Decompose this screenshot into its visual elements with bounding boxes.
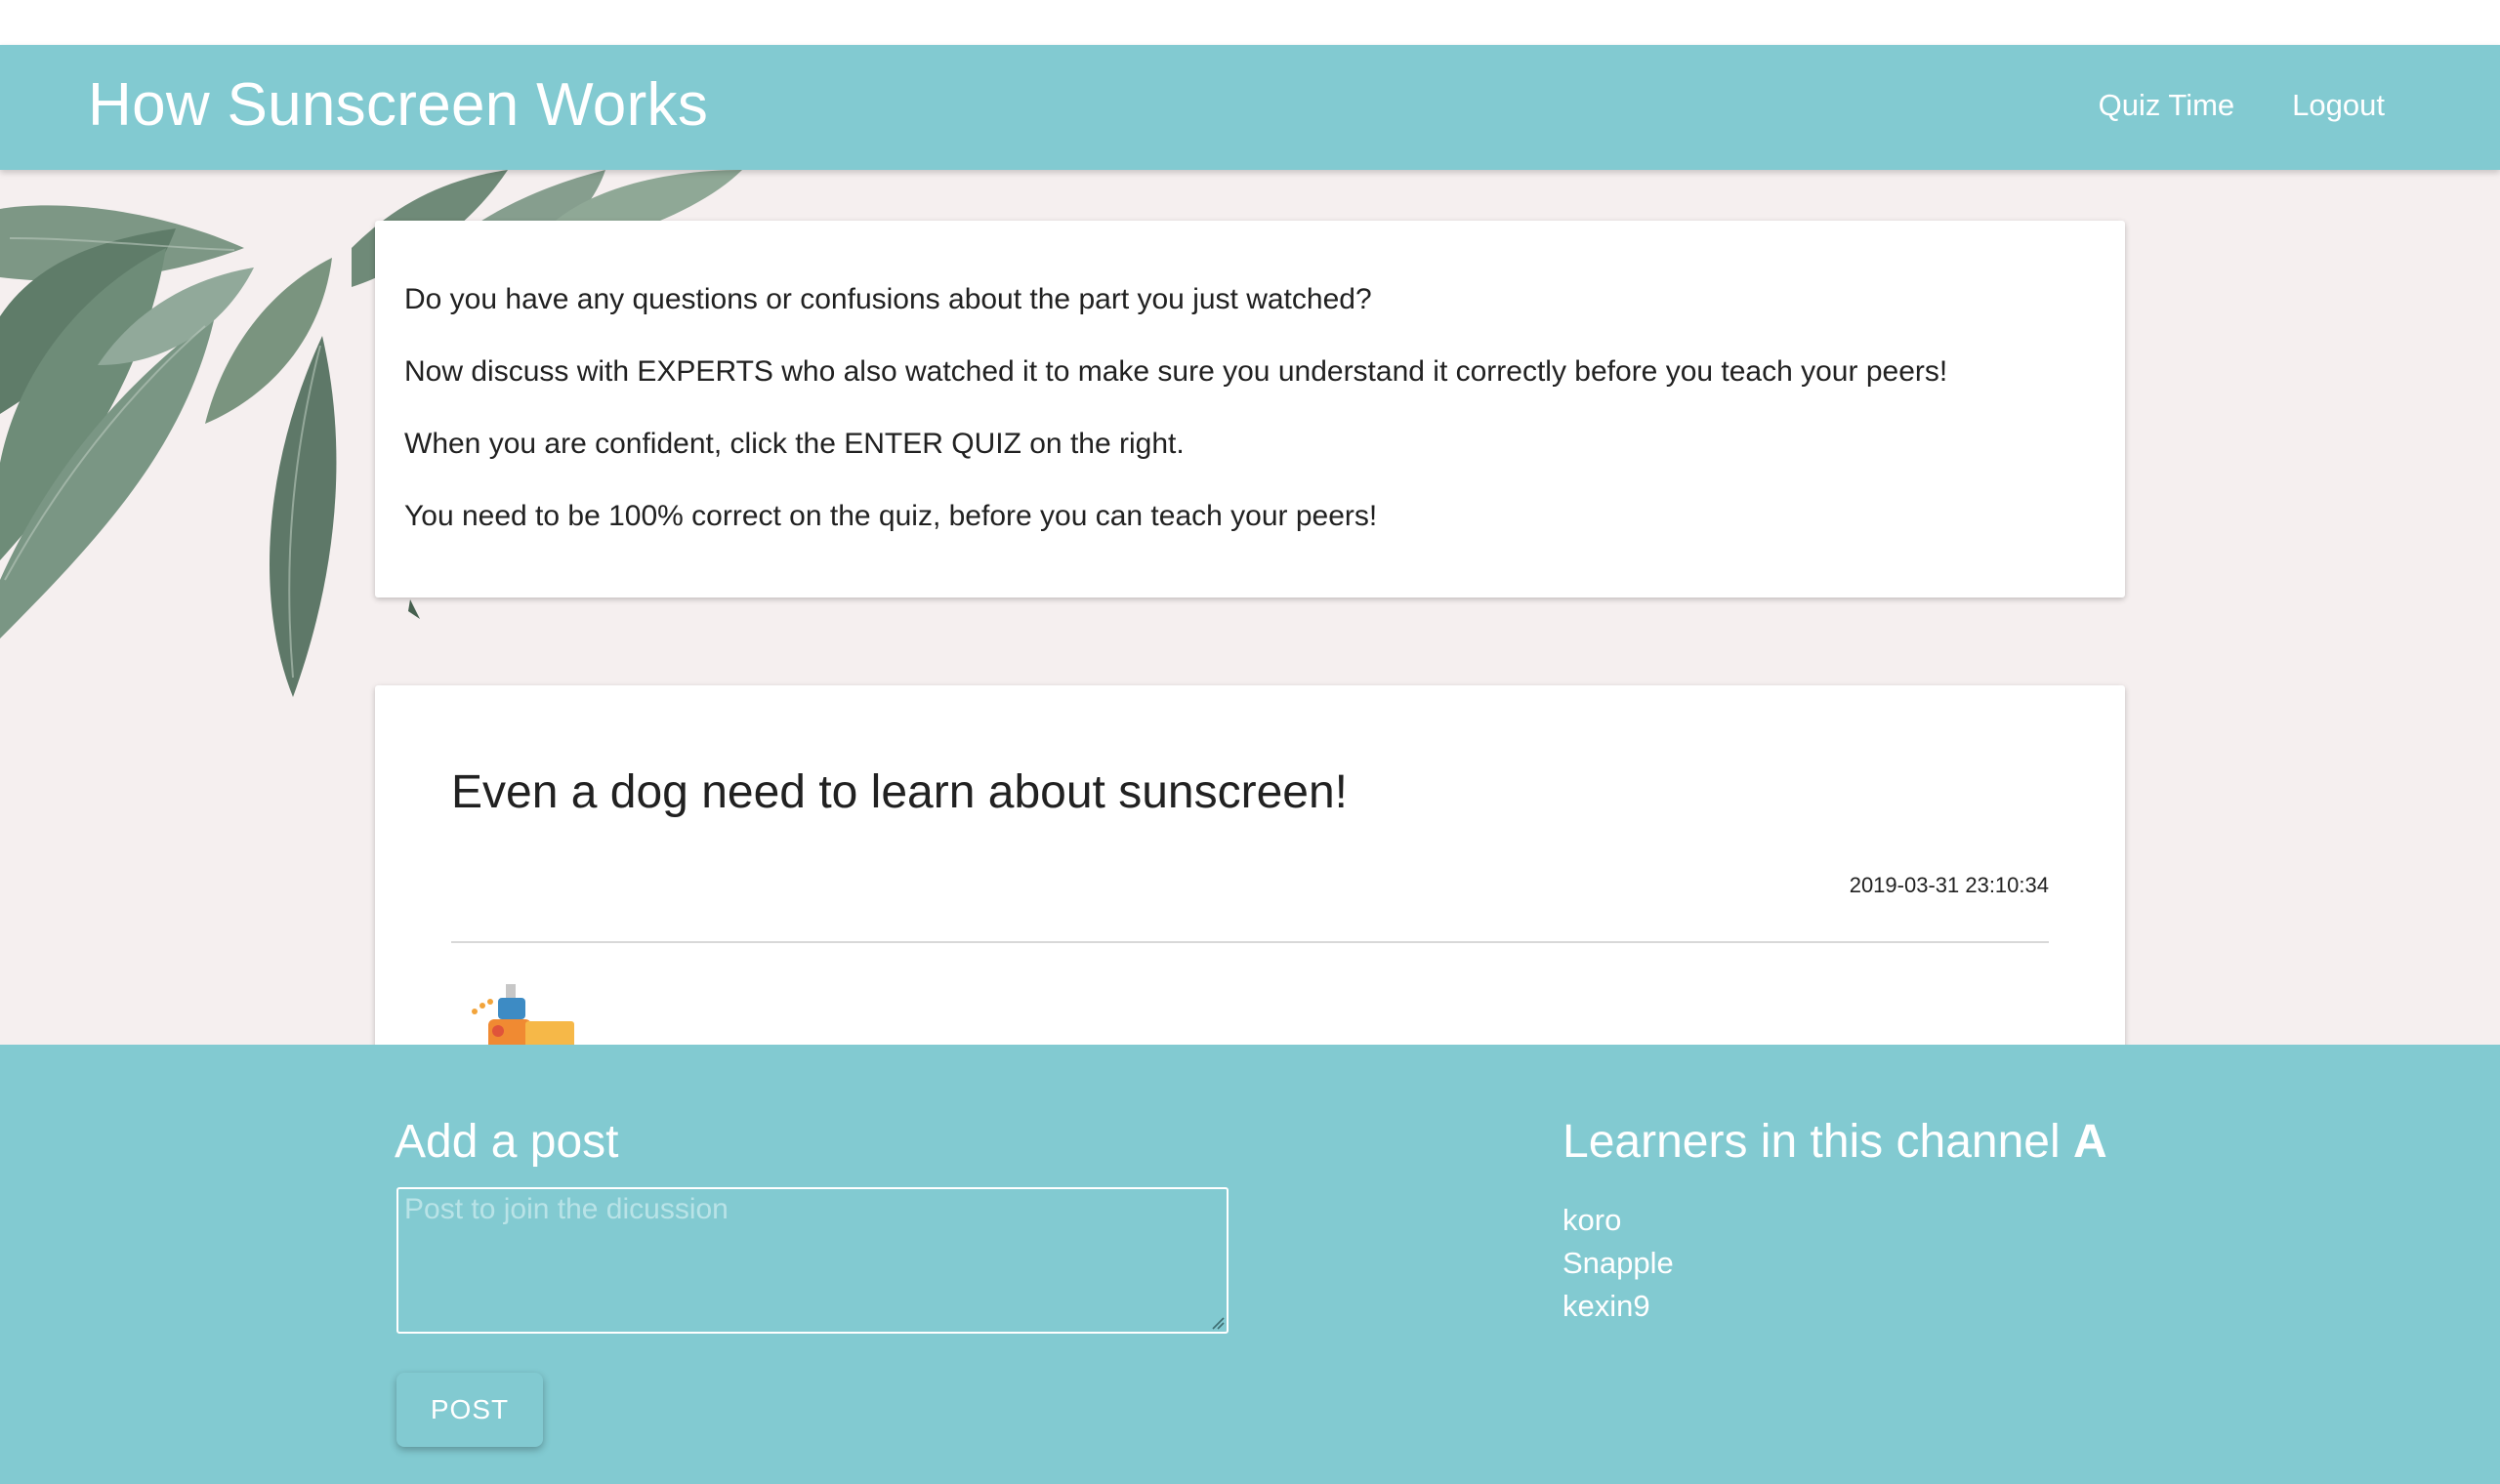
- nav-quiz-time-link[interactable]: Quiz Time: [2099, 88, 2235, 123]
- post-input[interactable]: [396, 1187, 1229, 1334]
- discussion-footer: Add a post POST Learners in this channel…: [0, 1045, 2500, 1484]
- learner-item: kexin9: [1562, 1289, 1650, 1323]
- nav-logout-link[interactable]: Logout: [2292, 88, 2385, 123]
- learners-list: koro Snapple kexin9: [1562, 1199, 1674, 1328]
- instruction-line: Do you have any questions or confusions …: [404, 283, 1372, 315]
- post-divider: [451, 941, 2049, 943]
- post-button[interactable]: POST: [396, 1373, 543, 1447]
- post-title: Even a dog need to learn about sunscreen…: [451, 766, 1348, 818]
- learner-item: koro: [1562, 1203, 1622, 1237]
- channel-name: A: [2073, 1116, 2107, 1168]
- learner-item: Snapple: [1562, 1246, 1674, 1280]
- learners-heading: Learners in this channel A: [1562, 1115, 2107, 1169]
- learners-heading-label: Learners in this channel: [1562, 1116, 2061, 1168]
- navbar: How Sunscreen Works Quiz Time Logout: [0, 45, 2500, 170]
- post-timestamp: 2019-03-31 23:10:34: [1849, 873, 2049, 897]
- instruction-line: When you are confident, click the ENTER …: [404, 428, 1185, 460]
- app-page: How Sunscreen Works Quiz Time Logout Do …: [0, 0, 2500, 1484]
- instruction-line: Now discuss with EXPERTS who also watche…: [404, 355, 1948, 388]
- add-post-heading: Add a post: [395, 1116, 619, 1168]
- instruction-line: You need to be 100% correct on the quiz,…: [404, 500, 1378, 532]
- post-card: Even a dog need to learn about sunscreen…: [375, 685, 2125, 1095]
- top-gap: [0, 0, 2500, 45]
- resize-handle-icon[interactable]: [1209, 1314, 1225, 1330]
- app-title[interactable]: How Sunscreen Works: [88, 70, 708, 140]
- instructions-card: Do you have any questions or confusions …: [375, 221, 2125, 598]
- nav-links: Quiz Time Logout: [2099, 88, 2385, 123]
